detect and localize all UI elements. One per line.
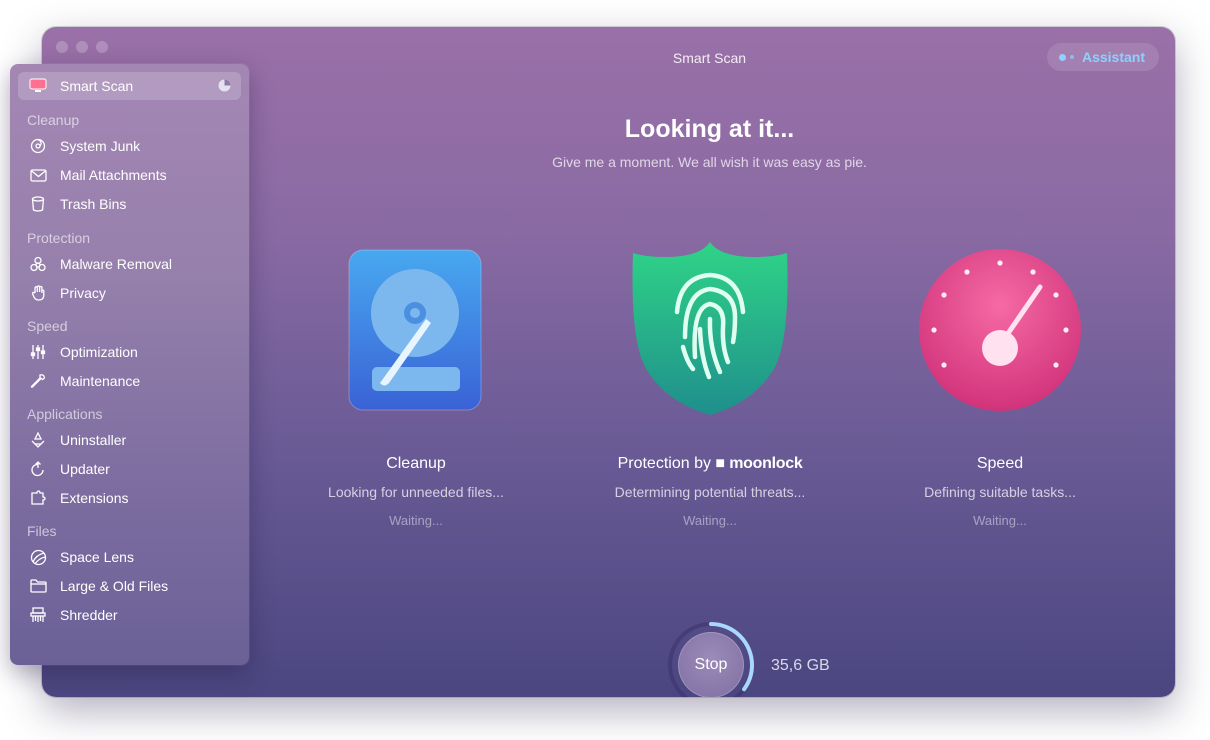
protection-title-prefix: Protection by — [617, 455, 711, 472]
updater-icon — [28, 459, 48, 479]
sidebar-item-label: Space Lens — [60, 549, 134, 565]
speed-status: Defining suitable tasks... — [924, 484, 1076, 500]
protection-title: Protection by ■ moonlock — [580, 455, 840, 473]
hard-drive-icon — [331, 237, 501, 417]
sidebar: Smart Scan Cleanup System Junk Mail Atta… — [10, 64, 249, 665]
section-protection: Protection — [27, 230, 91, 246]
scan-pie-icon — [218, 79, 231, 92]
assistant-label: Assistant — [1081, 49, 1145, 65]
extensions-icon — [28, 488, 48, 508]
stop-button[interactable]: Stop — [678, 632, 744, 697]
envelope-icon — [28, 165, 48, 185]
moonlock-brand: moonlock — [729, 455, 803, 472]
cleanup-module: Cleanup Looking for unneeded files... Wa… — [286, 237, 546, 528]
sidebar-item-label: Mail Attachments — [60, 167, 167, 183]
wrench-icon — [28, 371, 48, 391]
biohazard-icon — [28, 254, 48, 274]
sidebar-item-label: Uninstaller — [60, 432, 127, 448]
speed-title: Speed — [976, 455, 1024, 472]
trash-icon — [28, 194, 48, 214]
sidebar-item-large-old-files[interactable]: Large & Old Files — [18, 572, 241, 600]
system-junk-icon — [28, 136, 48, 156]
sidebar-item-label: Shredder — [60, 607, 118, 623]
sidebar-item-label: Updater — [60, 461, 110, 477]
scanned-size: 35,6 GB — [771, 657, 830, 674]
sidebar-item-smart-scan[interactable]: Smart Scan — [18, 72, 241, 100]
folder-icon — [28, 576, 48, 596]
sidebar-item-updater[interactable]: Updater — [18, 455, 241, 483]
stop-control: Stop — [666, 620, 756, 697]
fingerprint-shield-icon — [625, 237, 795, 417]
hand-icon — [28, 283, 48, 303]
cleanup-status: Looking for unneeded files... — [328, 484, 504, 500]
protection-module: Protection by ■ moonlock Determining pot… — [580, 237, 840, 528]
sidebar-item-space-lens[interactable]: Space Lens — [18, 543, 241, 571]
speed-module: Speed Defining suitable tasks... Waiting… — [870, 237, 1130, 528]
section-speed: Speed — [27, 318, 68, 334]
sidebar-item-uninstaller[interactable]: Uninstaller — [18, 426, 241, 454]
cleanup-title: Cleanup — [386, 455, 446, 472]
sidebar-item-privacy[interactable]: Privacy — [18, 279, 241, 307]
sidebar-item-extensions[interactable]: Extensions — [18, 484, 241, 512]
assistant-dots-icon — [1058, 53, 1074, 61]
sliders-icon — [28, 342, 48, 362]
shredder-icon — [28, 605, 48, 625]
section-applications: Applications — [27, 406, 103, 422]
sidebar-item-label: Trash Bins — [60, 196, 127, 212]
protection-waiting: Waiting... — [683, 513, 737, 528]
sidebar-item-label: Large & Old Files — [60, 578, 169, 594]
space-lens-icon — [28, 547, 48, 567]
moonlock-logo: ■ — [715, 455, 725, 472]
sidebar-item-system-junk[interactable]: System Junk — [18, 132, 241, 160]
speed-waiting: Waiting... — [973, 513, 1027, 528]
monitor-icon — [28, 76, 48, 96]
sidebar-item-label: Smart Scan — [60, 78, 134, 94]
sidebar-item-trash-bins[interactable]: Trash Bins — [18, 190, 241, 218]
section-files: Files — [27, 523, 57, 539]
sidebar-item-malware-removal[interactable]: Malware Removal — [18, 250, 241, 278]
uninstaller-icon — [28, 430, 48, 450]
sidebar-item-mail-attachments[interactable]: Mail Attachments — [18, 161, 241, 189]
sidebar-item-label: Privacy — [60, 285, 106, 301]
sidebar-item-label: Extensions — [60, 490, 129, 506]
sidebar-item-label: Malware Removal — [60, 256, 173, 272]
sidebar-item-label: Maintenance — [60, 373, 141, 389]
sidebar-item-maintenance[interactable]: Maintenance — [18, 367, 241, 395]
speedometer-icon — [915, 237, 1085, 417]
sidebar-item-optimization[interactable]: Optimization — [18, 338, 241, 366]
section-cleanup: Cleanup — [27, 112, 80, 128]
cleanup-waiting: Waiting... — [389, 513, 443, 528]
assistant-button[interactable]: Assistant — [1046, 43, 1159, 71]
sidebar-item-label: Optimization — [60, 344, 138, 360]
protection-status: Determining potential threats... — [614, 484, 806, 500]
sidebar-item-shredder[interactable]: Shredder — [18, 601, 241, 629]
sidebar-item-label: System Junk — [60, 138, 141, 154]
